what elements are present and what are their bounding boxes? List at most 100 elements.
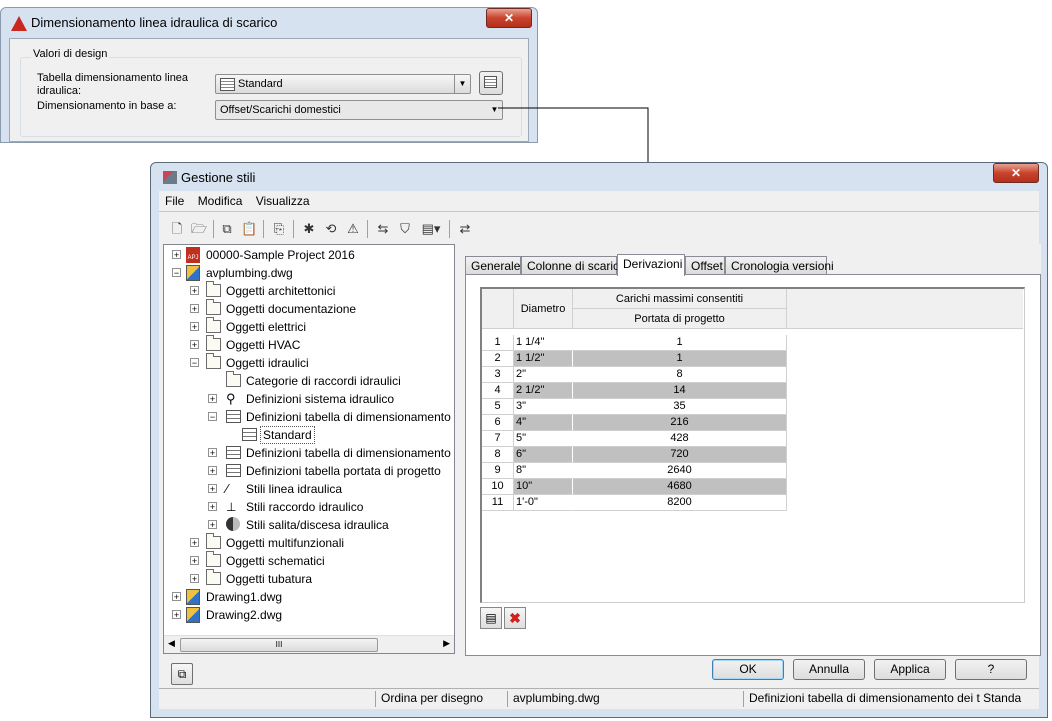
style-tree[interactable]: + APJ 00000-Sample Project 2016 − avplum… (163, 244, 455, 654)
new-icon[interactable]: 🗋 (169, 221, 185, 237)
expand-icon[interactable]: + (208, 520, 217, 530)
open-icon[interactable]: 🗁 (191, 221, 207, 237)
details-toggle-button[interactable]: ⧉ (171, 663, 193, 685)
diameter-cell[interactable]: 5" (514, 431, 573, 447)
horizontal-scrollbar[interactable]: ◀ III ▶ (164, 635, 454, 653)
close-button[interactable]: ✕ (486, 8, 532, 28)
diameter-cell[interactable]: 8" (514, 463, 573, 479)
diameter-cell[interactable]: 1 1/4" (514, 335, 573, 351)
load-cell[interactable]: 1 (573, 335, 787, 351)
tab-derivazioni[interactable]: Derivazioni (617, 254, 685, 276)
toolbar-separator (263, 220, 264, 238)
diameter-cell[interactable]: 1'-0" (514, 495, 573, 511)
help-button[interactable]: ? (955, 659, 1027, 680)
collapse-icon[interactable]: − (208, 412, 217, 422)
filter-icon[interactable]: ⛉ (397, 221, 413, 237)
delete-row-button[interactable]: ✖ (504, 607, 526, 629)
row-number[interactable]: 9 (482, 463, 514, 479)
edit-table-button[interactable] (479, 71, 503, 95)
row-number[interactable]: 5 (482, 399, 514, 415)
load-cell[interactable]: 1 (573, 351, 787, 367)
diameter-cell[interactable]: 3" (514, 399, 573, 415)
load-cell[interactable]: 720 (573, 447, 787, 463)
diameter-cell[interactable]: 6" (514, 447, 573, 463)
expand-icon[interactable]: + (172, 250, 181, 260)
tab-cronologia-versioni[interactable]: Cronologia versioni (725, 256, 834, 275)
expand-icon[interactable]: + (208, 466, 217, 476)
diameter-cell[interactable]: 1 1/2" (514, 351, 573, 367)
purge-icon[interactable]: ⎘ (271, 221, 287, 237)
drawing-icon (186, 265, 200, 281)
diameter-cell[interactable]: 2" (514, 367, 573, 383)
expand-icon[interactable]: + (208, 484, 217, 494)
col-sub-header[interactable]: Portata di progetto (573, 309, 787, 329)
load-cell[interactable]: 4680 (573, 479, 787, 495)
collapse-icon[interactable]: − (190, 358, 199, 368)
load-cell[interactable]: 428 (573, 431, 787, 447)
expand-icon[interactable]: + (190, 574, 199, 584)
load-cell[interactable]: 14 (573, 383, 787, 399)
expand-icon[interactable]: + (208, 502, 217, 512)
close-button[interactable]: ✕ (993, 163, 1039, 183)
scroll-thumb[interactable]: III (180, 638, 378, 652)
expand-icon[interactable]: + (172, 610, 181, 620)
menu-file[interactable]: File (165, 191, 184, 211)
view-options-icon[interactable]: ▤▾ (419, 221, 443, 237)
tab-generale[interactable]: Generale (465, 256, 521, 275)
col-group-header[interactable]: Carichi massimi consentiti (573, 289, 787, 309)
expand-icon[interactable]: + (172, 592, 181, 602)
diameter-cell[interactable]: 4" (514, 415, 573, 431)
table-icon (484, 76, 497, 88)
cancel-button[interactable]: Annulla (793, 659, 865, 680)
row-number[interactable]: 6 (482, 415, 514, 431)
load-cell[interactable]: 8 (573, 367, 787, 383)
row-number[interactable]: 10 (482, 479, 514, 495)
synchronize-icon[interactable]: ⟲ (323, 221, 339, 237)
expand-icon[interactable]: + (208, 448, 217, 458)
expand-icon[interactable]: + (190, 322, 199, 332)
new-style-icon[interactable]: ✱ (301, 221, 317, 237)
add-row-button[interactable]: ▤ (480, 607, 502, 629)
tab-colonne-di-scarico[interactable]: Colonne di scarico (521, 256, 626, 275)
expand-icon[interactable]: + (190, 340, 199, 350)
load-cell[interactable]: 216 (573, 415, 787, 431)
sizing-basis-select[interactable]: Offset/Scarichi domestici ▼ (215, 100, 503, 120)
row-number[interactable]: 1 (482, 335, 514, 351)
diameter-cell[interactable]: 10" (514, 479, 573, 495)
sizing-table-select[interactable]: Standard ▼ (215, 74, 471, 94)
paste-icon[interactable]: 📋 (241, 221, 257, 237)
design-values-group: Valori di design Tabella dimensionamento… (20, 48, 522, 137)
load-cell[interactable]: 35 (573, 399, 787, 415)
load-cell[interactable]: 2640 (573, 463, 787, 479)
tree-label: Oggetti architettonici (226, 284, 336, 298)
expand-icon[interactable]: + (190, 304, 199, 314)
row-number[interactable]: 2 (482, 351, 514, 367)
compare-icon[interactable]: ⇆ (375, 221, 391, 237)
apply-button[interactable]: Applica (874, 659, 946, 680)
toggle-view-icon[interactable]: ⇄ (457, 221, 473, 237)
warning-icon[interactable]: ⚠ (345, 221, 361, 237)
expand-icon[interactable]: + (190, 556, 199, 566)
expand-icon[interactable]: + (190, 286, 199, 296)
row-number[interactable]: 3 (482, 367, 514, 383)
expand-icon[interactable]: + (208, 394, 217, 404)
tab-offset[interactable]: Offset (685, 256, 725, 275)
tree-label: Definizioni tabella portata di progetto (246, 464, 441, 478)
col-diametro-header[interactable]: Diametro (514, 289, 573, 329)
row-number[interactable]: 7 (482, 431, 514, 447)
collapse-icon[interactable]: − (172, 268, 181, 278)
scroll-right-icon[interactable]: ▶ (443, 638, 450, 649)
load-cell[interactable]: 8200 (573, 495, 787, 511)
folder-icon (206, 569, 221, 585)
expand-icon[interactable]: + (190, 538, 199, 548)
row-number[interactable]: 4 (482, 383, 514, 399)
menu-modifica[interactable]: Modifica (198, 191, 243, 211)
ok-button[interactable]: OK (712, 659, 784, 680)
copy-icon[interactable]: ⧉ (219, 221, 235, 237)
menu-visualizza[interactable]: Visualizza (256, 191, 310, 211)
loads-grid[interactable]: Diametro Carichi massimi consentiti Port… (480, 287, 1025, 603)
scroll-left-icon[interactable]: ◀ (168, 638, 175, 649)
diameter-cell[interactable]: 2 1/2" (514, 383, 573, 399)
row-number[interactable]: 8 (482, 447, 514, 463)
row-number[interactable]: 11 (482, 495, 514, 511)
